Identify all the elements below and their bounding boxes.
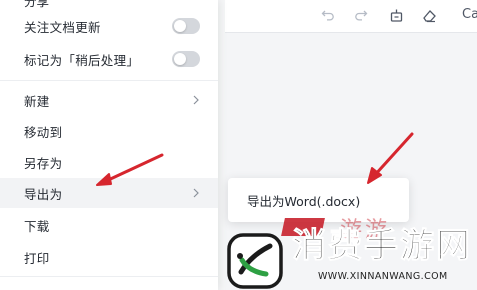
menu-divider — [0, 276, 218, 277]
redo-icon[interactable] — [352, 6, 370, 24]
annotation-arrow-word — [367, 132, 414, 184]
follow-updates-toggle[interactable] — [172, 18, 200, 34]
menu-item-label: 打印 — [24, 250, 50, 266]
annotation-arrow-export — [96, 153, 164, 186]
export-word-docx-option[interactable]: 导出为Word(.docx) — [228, 185, 409, 215]
menu-item-move-to[interactable]: 移动到 — [0, 116, 218, 146]
menu-item-new[interactable]: 新建 — [0, 85, 218, 115]
editor-toolbar: Ca — [225, 0, 477, 33]
submenu-item-label: 导出为Word(.docx) — [247, 193, 361, 209]
menu-item-label: 移动到 — [24, 124, 63, 140]
menu-item-label: 关注文档更新 — [24, 19, 101, 35]
document-menu: 分享 关注文档更新 标记为「稍后处理」 新建 移动到 另存为 导出为 下载 打印 — [0, 0, 218, 290]
menu-item-label: 下载 — [24, 218, 50, 234]
menu-item-download[interactable]: 下载 — [0, 210, 218, 240]
mark-later-toggle[interactable] — [172, 51, 200, 67]
menu-item-follow-updates[interactable]: 关注文档更新 — [0, 11, 218, 41]
watermark-url: WWW.XINNANWANG.COM — [318, 271, 448, 282]
menu-divider — [0, 80, 218, 81]
menu-item-label: 新建 — [24, 93, 50, 109]
chevron-right-icon — [192, 187, 200, 199]
font-selector[interactable]: Ca — [462, 6, 477, 24]
app-window: Ca 分享 关注文档更新 标记为「稍后处理」 新建 移动到 另存为 导出为 下载… — [0, 0, 477, 290]
menu-item-mark-later[interactable]: 标记为「稍后处理」 — [0, 44, 218, 74]
format-painter-icon[interactable] — [387, 6, 405, 24]
menu-item-label: 标记为「稍后处理」 — [24, 52, 140, 68]
watermark-title: 消费手游网 — [292, 226, 472, 267]
watermark-logo-icon — [227, 233, 283, 289]
chevron-right-icon — [192, 94, 200, 106]
eraser-icon[interactable] — [420, 6, 438, 24]
menu-item-print[interactable]: 打印 — [0, 242, 218, 272]
undo-icon[interactable] — [319, 6, 337, 24]
menu-item-partial[interactable]: 分享 — [24, 0, 49, 10]
